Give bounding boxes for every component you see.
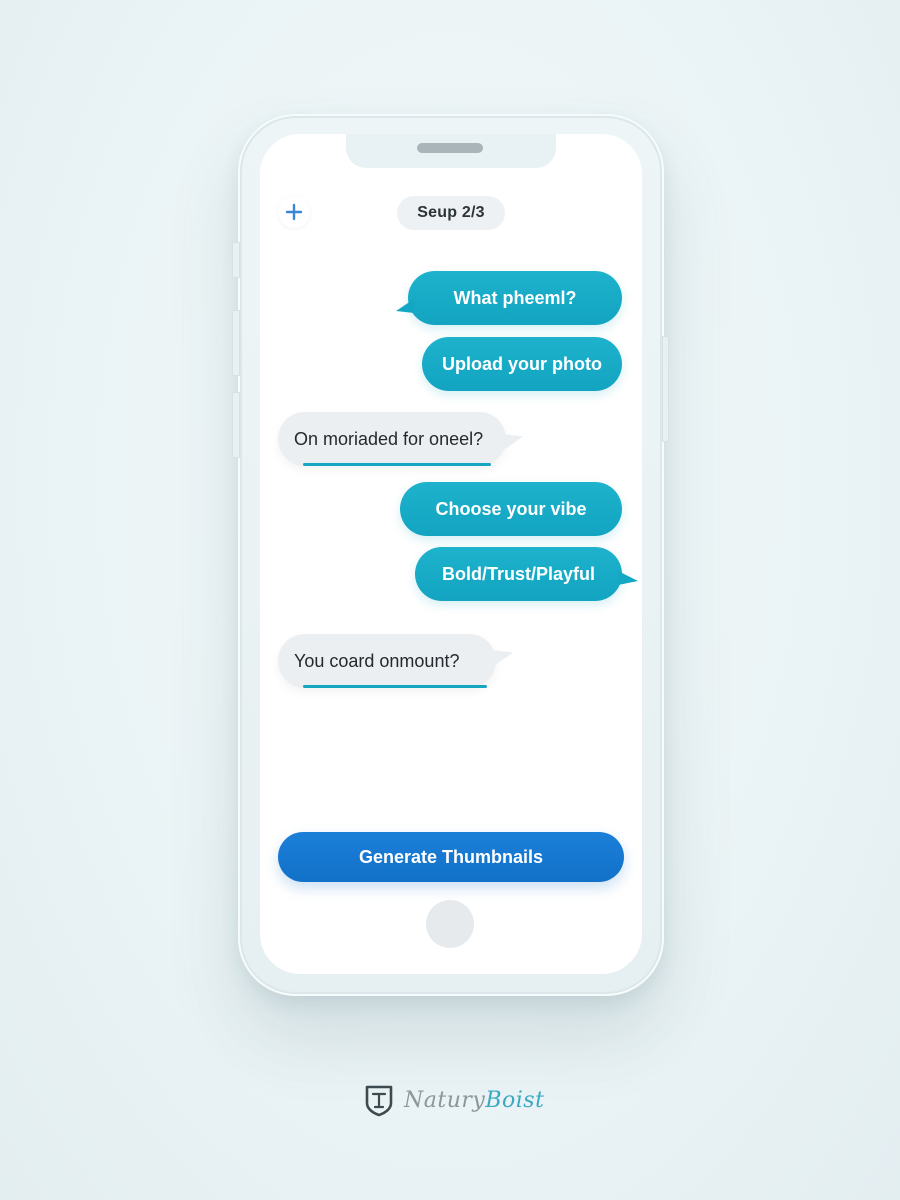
brand-logo: NaturyBoist bbox=[364, 1082, 554, 1118]
phone-frame: Seup 2/3 What pheeml? Upload your photo … bbox=[232, 114, 669, 996]
step-indicator: Seup 2/3 bbox=[397, 196, 505, 230]
chat-bubble-outgoing[interactable]: Bold/Trust/Playful bbox=[415, 547, 638, 601]
chat-bubble-incoming[interactable]: You coard onmount? bbox=[278, 634, 516, 688]
chat-bubble-outgoing[interactable]: Upload your photo bbox=[422, 337, 622, 391]
generate-thumbnails-button[interactable]: Generate Thumbnails bbox=[278, 832, 624, 882]
bubble-text: On moriaded for oneel? bbox=[294, 428, 484, 449]
brand-name-part1: Natury bbox=[404, 1087, 486, 1113]
volume-up-button bbox=[232, 310, 240, 376]
bubble-tail bbox=[396, 299, 414, 313]
volume-down-button bbox=[232, 392, 240, 458]
chat-bubble-incoming[interactable]: On moriaded for oneel? bbox=[278, 412, 526, 466]
silent-switch bbox=[232, 242, 240, 278]
bubble-text: Upload your photo bbox=[442, 353, 602, 374]
brand-name: NaturyBoist bbox=[404, 1088, 544, 1113]
notch bbox=[346, 134, 556, 168]
speaker-grille bbox=[417, 143, 483, 153]
plus-icon bbox=[285, 203, 303, 221]
shield-logo-icon bbox=[365, 1085, 393, 1117]
home-button[interactable] bbox=[426, 900, 474, 948]
bubble-text: Choose your vibe bbox=[435, 498, 587, 519]
bubble-tail bbox=[488, 646, 516, 668]
chat-bubble-outgoing[interactable]: What pheeml? bbox=[396, 271, 622, 325]
bubble-tail bbox=[498, 430, 526, 452]
bubble-text: You coard onmount? bbox=[294, 650, 460, 671]
add-button[interactable] bbox=[278, 196, 310, 228]
power-button bbox=[662, 336, 669, 442]
brand-name-part2: Boist bbox=[485, 1087, 545, 1113]
chat-bubble-outgoing[interactable]: Choose your vibe bbox=[400, 482, 622, 536]
typing-underline bbox=[303, 463, 491, 466]
bubble-text: Bold/Trust/Playful bbox=[441, 563, 596, 584]
bubble-text: What pheeml? bbox=[453, 287, 577, 308]
phone-screen: Seup 2/3 What pheeml? Upload your photo … bbox=[260, 134, 642, 974]
bubble-tail bbox=[618, 571, 638, 585]
typing-underline bbox=[303, 685, 487, 688]
